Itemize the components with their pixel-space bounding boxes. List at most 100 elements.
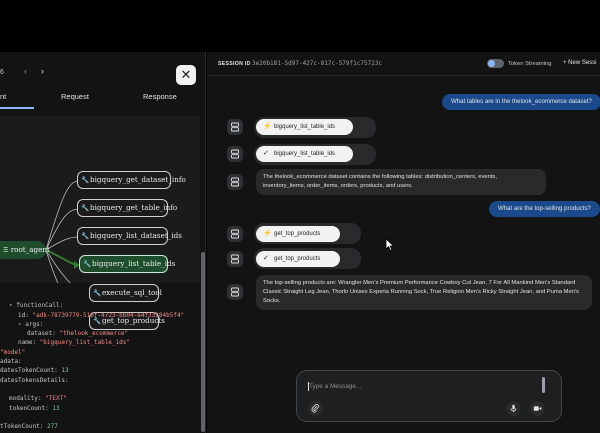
json-value: 13 <box>57 367 69 375</box>
bolt-icon: ⚡ <box>263 230 272 237</box>
graph-node-label: root_agent <box>10 245 50 254</box>
json-line: tokenCount: 13 <box>0 404 200 413</box>
robot-icon <box>231 122 239 132</box>
token-streaming-toggle[interactable] <box>487 59 504 68</box>
session-id-label: SESSION ID <box>218 61 251 67</box>
graph-node-root-agent[interactable]: ☰ root_agent <box>0 241 50 259</box>
bot-avatar <box>227 119 243 135</box>
tab-request[interactable]: Request <box>61 92 89 101</box>
json-value: 277 <box>43 423 58 431</box>
chat-header: SESSION ID 3e20b181-5d97-427c-817c-579f1… <box>207 52 600 76</box>
wrench-icon: 🔧 <box>81 176 90 184</box>
graph-node-bigquery-list-table-ids[interactable]: 🔧 bigquery_list_table_ids <box>79 255 175 273</box>
agent-graph: ☰ root_agent 🔧 bigquery_get_dataset_info… <box>0 116 200 330</box>
function-call-chip[interactable]: ⚡ bigquery_list_table_ids <box>256 119 353 135</box>
bot-avatar <box>227 284 243 300</box>
graph-node-bigquery-list-dataset-ids[interactable]: 🔧 bigquery_list_dataset_ids <box>77 227 182 245</box>
function-response-label: get_top_products <box>274 256 321 262</box>
attach-button[interactable] <box>308 401 323 416</box>
json-line: "model" <box>0 348 200 357</box>
event-json-viewer: ▾ functionCall: id: "adk-78739779-516f-47… <box>0 292 200 431</box>
json-value: "thelook_ecommerce" <box>55 330 129 338</box>
json-line[interactable]: ▾ functionCall: <box>0 301 200 310</box>
previous-event-icon[interactable]: ‹ <box>24 66 27 76</box>
edge-list-dataset-ids <box>45 236 79 251</box>
next-event-icon[interactable]: › <box>41 66 44 76</box>
json-line: name: "bigquery_list_table_ids" <box>0 338 200 347</box>
bot-avatar <box>227 226 243 242</box>
trace-tabs: nt Request Response <box>0 92 205 109</box>
json-line: datesTokensDetails: <box>0 376 200 385</box>
json-line: id: "adk-78739779-516f-4723-bb04-e4f3328… <box>0 311 200 320</box>
bot-message: The top-selling products are: Wrangler M… <box>256 275 592 310</box>
json-key: tokenCount: <box>9 404 49 412</box>
trace-scrollbar[interactable] <box>201 252 205 432</box>
composer-scrollbar[interactable] <box>542 377 545 393</box>
json-line: dataset: "thelook_ecommerce" <box>0 329 200 338</box>
json-key: dataset: <box>27 330 56 338</box>
active-tab-indicator <box>0 107 34 109</box>
chat-panel: SESSION ID 3e20b181-5d97-427c-817c-579f1… <box>207 52 600 433</box>
check-icon: ✓ <box>263 150 269 157</box>
graph-node-bigquery-get-table-info[interactable]: 🔧 bigquery_get_table_info <box>77 199 177 217</box>
message-input[interactable]: Type a Message... <box>309 383 361 390</box>
toggle-knob <box>488 60 495 67</box>
mouse-cursor-icon <box>385 238 395 252</box>
close-icon[interactable]: ✕ <box>176 65 196 85</box>
tab-response[interactable]: Response <box>143 92 177 101</box>
json-line <box>0 413 200 422</box>
bot-avatar <box>227 174 243 190</box>
trace-panel: 6 ‹ › ✕ nt Request Response ☰ root_agent <box>0 52 206 433</box>
json-line: tTokenCount: 277 <box>0 422 200 431</box>
session-id-value: 3e20b181-5d97-427c-817c-579f1c75723c <box>252 60 383 67</box>
event-counter: 6 <box>0 69 4 76</box>
json-key: args: <box>25 320 44 328</box>
wrench-icon: 🔧 <box>83 260 92 268</box>
function-response-chip[interactable]: ✓ get_top_products <box>256 251 340 267</box>
graph-node-label: bigquery_list_dataset_ids <box>90 231 182 240</box>
check-icon: ✓ <box>263 255 269 262</box>
token-streaming-label: Token Streaming <box>508 61 552 67</box>
json-line: modality: "TEXT" <box>0 394 200 403</box>
json-value: "model" <box>0 348 26 356</box>
new-session-button[interactable]: + New Sessi <box>563 60 597 66</box>
json-key: id: <box>18 311 29 319</box>
json-key: name: <box>18 339 37 347</box>
camera-button[interactable] <box>530 401 545 416</box>
microphone-button[interactable] <box>506 401 521 416</box>
tab-event[interactable]: nt <box>0 92 6 101</box>
trace-header: 6 ‹ › ✕ <box>0 52 205 90</box>
user-message: What tables are in the thelook_ecommerce… <box>442 94 600 110</box>
bot-avatar <box>227 251 243 267</box>
wrench-icon: 🔧 <box>81 232 90 240</box>
wrench-icon: 🔧 <box>81 204 90 212</box>
json-key: datesTokenCount: <box>0 367 58 375</box>
microphone-icon <box>510 404 517 413</box>
json-key: modality: <box>9 395 42 403</box>
json-value: "adk-78739779-516f-4723-bb04-e4f33284b5f… <box>28 311 185 319</box>
graph-node-label: bigquery_get_dataset_info <box>90 175 186 184</box>
json-line <box>0 292 200 301</box>
robot-icon <box>231 287 239 297</box>
json-key: functionCall: <box>16 302 64 310</box>
edge-get-table-info <box>45 208 79 251</box>
agent-icon: ☰ <box>3 247 9 254</box>
function-call-label: bigquery_list_table_ids <box>274 124 336 130</box>
paperclip-icon <box>311 404 319 413</box>
function-call-chip[interactable]: ⚡ get_top_products <box>256 226 340 242</box>
bot-avatar <box>227 146 243 162</box>
graph-node-label: bigquery_list_table_ids <box>92 259 176 268</box>
json-value: "bigquery_list_table_ids" <box>36 339 130 347</box>
json-line[interactable]: ▾ args: <box>0 320 200 329</box>
json-key: tTokenCount: <box>0 423 44 431</box>
graph-node-bigquery-get-dataset-info[interactable]: 🔧 bigquery_get_dataset_info <box>77 171 186 189</box>
json-key: adata: <box>0 358 22 366</box>
function-response-chip[interactable]: ✓ bigquery_list_table_ids <box>256 146 353 162</box>
json-line: adata: <box>0 357 200 366</box>
json-line <box>0 385 200 394</box>
robot-icon <box>231 149 239 159</box>
function-response-label: bigquery_list_table_ids <box>274 151 336 157</box>
bot-message: The thelook_ecommerce dataset contains t… <box>256 169 546 195</box>
graph-node-label: bigquery_get_table_info <box>90 203 178 212</box>
user-message: What are the top-selling products? <box>489 201 600 217</box>
